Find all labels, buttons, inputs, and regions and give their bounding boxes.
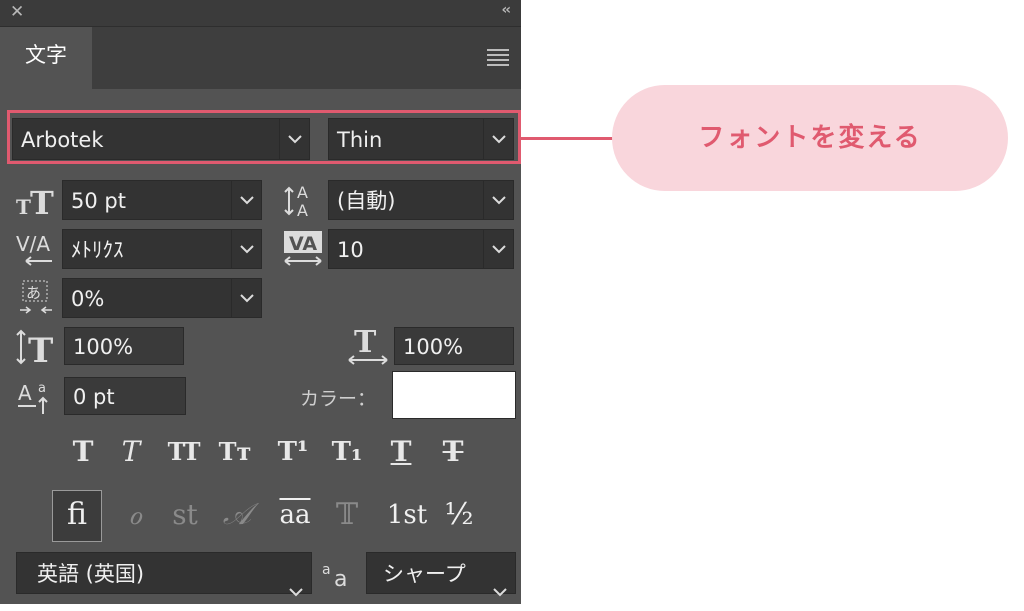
vertical-scale-value: 100%	[73, 335, 134, 359]
subscript-button[interactable]: T₁	[324, 432, 370, 472]
tsume-select[interactable]: 0%	[62, 278, 262, 318]
opentype-buttons: ﬁ ℴ st 𝒜 aa 𝕋 1st ½	[52, 490, 512, 542]
close-icon[interactable]: ✕	[10, 3, 28, 21]
tsume-icon: あ	[18, 279, 56, 317]
tracking-value: 10	[337, 238, 364, 262]
type-style-buttons: T T TT Tт T¹ T₁ T T	[60, 432, 520, 472]
horizontal-scale-icon: T	[346, 325, 390, 366]
underline-button[interactable]: T	[378, 432, 424, 472]
svg-text:a: a	[38, 381, 46, 396]
svg-text:V/A: V/A	[16, 232, 50, 256]
chevron-down-icon	[289, 569, 303, 611]
svg-text:A: A	[297, 183, 308, 202]
vertical-scale-icon: T	[16, 328, 60, 371]
leading-value: (自動)	[337, 189, 396, 213]
tracking-icon: VA	[282, 229, 324, 269]
swash-button[interactable]: 𝒜	[212, 490, 262, 540]
kerning-value: ﾒﾄﾘｸｽ	[71, 238, 124, 262]
superscript-button[interactable]: T¹	[270, 432, 316, 472]
antialias-icon: aa	[322, 556, 358, 592]
tracking-select[interactable]: 10	[328, 229, 514, 269]
vertical-scale-field[interactable]: 100%	[64, 327, 184, 365]
panel-titlebar: ✕ ‹‹	[0, 0, 521, 27]
faux-italic-button[interactable]: T	[108, 432, 154, 472]
discretionary-ligatures-button[interactable]: ℴ	[110, 490, 160, 540]
small-caps-button[interactable]: Tт	[212, 432, 258, 472]
horizontal-scale-value: 100%	[403, 335, 464, 359]
font-size-icon: TT	[16, 182, 56, 222]
callout-bubble: フォントを変える	[612, 85, 1008, 191]
titling-alternates-button[interactable]: 𝕋	[322, 490, 372, 540]
callout-connector	[521, 137, 617, 140]
svg-text:T: T	[16, 195, 31, 218]
leading-icon: AA	[283, 180, 323, 220]
tsume-value: 0%	[71, 287, 105, 311]
chevron-down-icon	[483, 230, 513, 268]
fractions-button[interactable]: ½	[434, 490, 484, 540]
strikethrough-button[interactable]: T	[430, 432, 476, 472]
leading-select[interactable]: (自動)	[328, 180, 514, 220]
chevron-down-icon	[231, 279, 261, 317]
svg-text:A: A	[297, 201, 308, 220]
baseline-shift-value: 0 pt	[73, 385, 115, 409]
chevron-down-icon	[231, 181, 261, 219]
baseline-shift-field[interactable]: 0 pt	[64, 377, 186, 415]
kerning-select[interactable]: ﾒﾄﾘｸｽ	[62, 229, 262, 269]
antialias-select[interactable]: シャープ	[366, 552, 516, 597]
svg-text:T: T	[28, 331, 53, 366]
antialias-value: シャープ	[383, 562, 466, 586]
svg-text:a: a	[334, 567, 347, 590]
panel-menu-icon[interactable]	[487, 49, 509, 66]
chevron-down-icon	[493, 569, 507, 611]
ordinals-button[interactable]: 1st	[382, 490, 432, 540]
kerning-icon: V/A	[16, 229, 56, 269]
svg-text:A: A	[18, 381, 32, 405]
tab-character[interactable]: 文字	[0, 27, 92, 89]
svg-text:T: T	[354, 326, 377, 360]
svg-text:T: T	[30, 184, 54, 218]
font-size-value: 50 pt	[71, 189, 126, 213]
tab-bar: 文字	[0, 27, 521, 89]
collapse-icon[interactable]: ‹‹	[501, 2, 510, 18]
horizontal-scale-field[interactable]: 100%	[394, 327, 514, 365]
old-style-button[interactable]: st	[160, 490, 210, 540]
svg-text:あ: あ	[26, 284, 41, 302]
language-select[interactable]: 英語 (英国)	[16, 552, 312, 597]
language-value: 英語 (英国)	[37, 562, 145, 586]
all-caps-button[interactable]: TT	[160, 432, 206, 472]
color-label: カラー：	[300, 388, 377, 410]
stylistic-alternates-button[interactable]: aa	[270, 490, 320, 540]
baseline-shift-icon: Aa	[16, 376, 60, 416]
chevron-down-icon	[483, 181, 513, 219]
ligatures-button[interactable]: ﬁ	[52, 490, 102, 540]
font-row-highlight	[7, 110, 521, 164]
svg-text:VA: VA	[289, 233, 317, 255]
chevron-down-icon	[231, 230, 261, 268]
faux-bold-button[interactable]: T	[60, 432, 106, 472]
font-size-select[interactable]: 50 pt	[62, 180, 262, 220]
color-swatch[interactable]	[392, 371, 516, 419]
svg-text:a: a	[322, 562, 331, 578]
character-panel: ✕ ‹‹ 文字 Arbotek Thin TT 50 pt AA (自動) V/…	[0, 0, 521, 604]
